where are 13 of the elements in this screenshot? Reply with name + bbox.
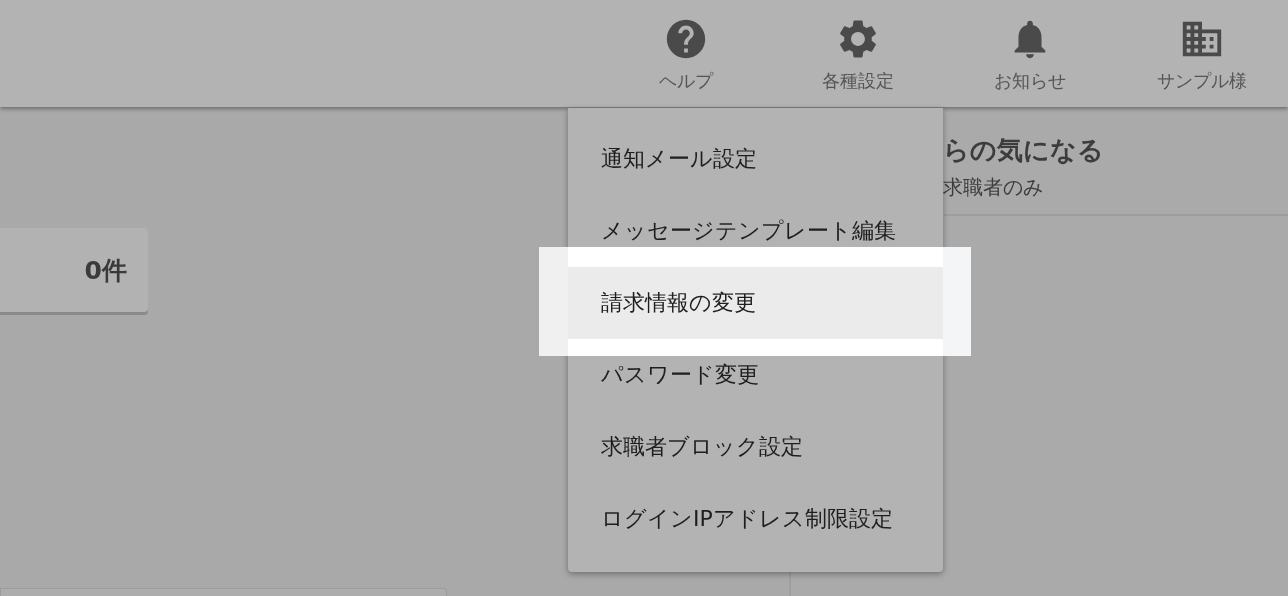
panel-title: らの気になる (943, 134, 1105, 167)
nav-button[interactable]: お知らせ (944, 0, 1116, 107)
panel-subtitle: 求職者のみ (943, 174, 1044, 201)
menu-item[interactable]: 求職者ブロック設定 (568, 411, 943, 483)
menu-item[interactable]: 請求情報の変更 (568, 267, 943, 339)
nav-button[interactable]: ヘルプ (600, 0, 772, 107)
menu-item[interactable]: メッセージテンプレート編集 (568, 195, 943, 267)
menu-item[interactable]: 通知メール設定 (568, 123, 943, 195)
nav-button[interactable]: 各種設定 (772, 0, 944, 107)
menu-item[interactable]: ログインIPアドレス制限設定 (568, 483, 943, 555)
count-card: 0件 (0, 228, 148, 312)
menu-item[interactable]: パスワード変更 (568, 339, 943, 411)
nav-button[interactable]: サンプル様 (1116, 0, 1288, 107)
